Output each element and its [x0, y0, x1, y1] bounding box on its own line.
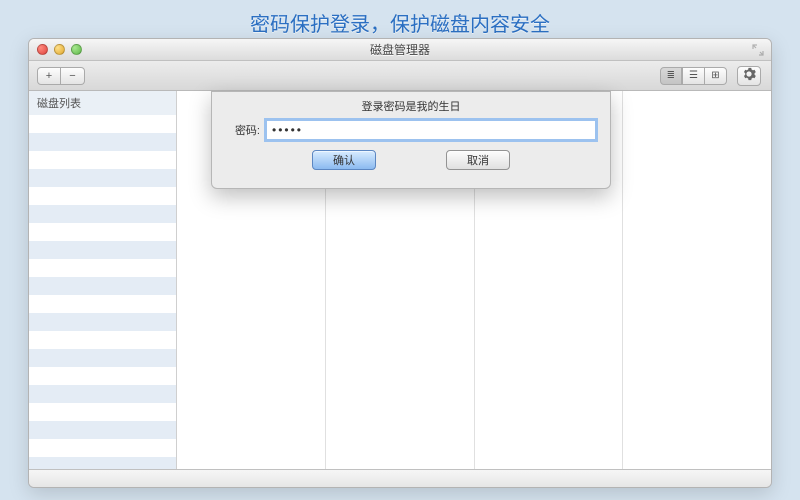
settings-button[interactable]: [737, 66, 761, 86]
list-item[interactable]: [29, 277, 176, 295]
column[interactable]: [623, 91, 771, 469]
view-icon-button[interactable]: ☰: [682, 67, 705, 85]
list-item[interactable]: [29, 349, 176, 367]
list-item[interactable]: [29, 295, 176, 313]
confirm-button[interactable]: 确认: [312, 150, 376, 170]
window-title: 磁盘管理器: [29, 41, 771, 58]
app-window: 磁盘管理器 + − ≣ ☰ ⊞ 磁盘列表: [28, 38, 772, 488]
list-item[interactable]: [29, 115, 176, 133]
list-item[interactable]: [29, 133, 176, 151]
remove-button[interactable]: −: [61, 67, 85, 85]
list-item[interactable]: [29, 241, 176, 259]
titlebar: 磁盘管理器: [29, 39, 771, 61]
list-item[interactable]: [29, 313, 176, 331]
disk-list[interactable]: [29, 115, 176, 469]
password-input[interactable]: [266, 120, 596, 140]
list-item[interactable]: [29, 223, 176, 241]
view-mode-group: ≣ ☰ ⊞: [660, 67, 727, 85]
list-item[interactable]: [29, 259, 176, 277]
list-item[interactable]: [29, 403, 176, 421]
list-item[interactable]: [29, 457, 176, 469]
list-item[interactable]: [29, 331, 176, 349]
add-remove-group: + −: [37, 67, 85, 85]
list-item[interactable]: [29, 187, 176, 205]
toolbar: + − ≣ ☰ ⊞: [29, 61, 771, 91]
fullscreen-icon[interactable]: [751, 43, 765, 57]
view-col-button[interactable]: ⊞: [705, 67, 727, 85]
list-item[interactable]: [29, 169, 176, 187]
dialog-title: 登录密码是我的生日: [212, 92, 610, 118]
list-item[interactable]: [29, 421, 176, 439]
add-button[interactable]: +: [37, 67, 61, 85]
gear-icon: [742, 67, 756, 84]
login-dialog: 登录密码是我的生日 密码: 确认 取消: [211, 91, 611, 189]
cancel-button[interactable]: 取消: [446, 150, 510, 170]
list-item[interactable]: [29, 151, 176, 169]
list-item[interactable]: [29, 439, 176, 457]
list-item[interactable]: [29, 205, 176, 223]
sidebar: 磁盘列表: [29, 91, 177, 469]
sidebar-header: 磁盘列表: [29, 91, 176, 115]
password-label: 密码:: [226, 122, 260, 138]
statusbar: [29, 469, 771, 487]
list-item[interactable]: [29, 385, 176, 403]
view-list-button[interactable]: ≣: [660, 67, 682, 85]
list-item[interactable]: [29, 367, 176, 385]
